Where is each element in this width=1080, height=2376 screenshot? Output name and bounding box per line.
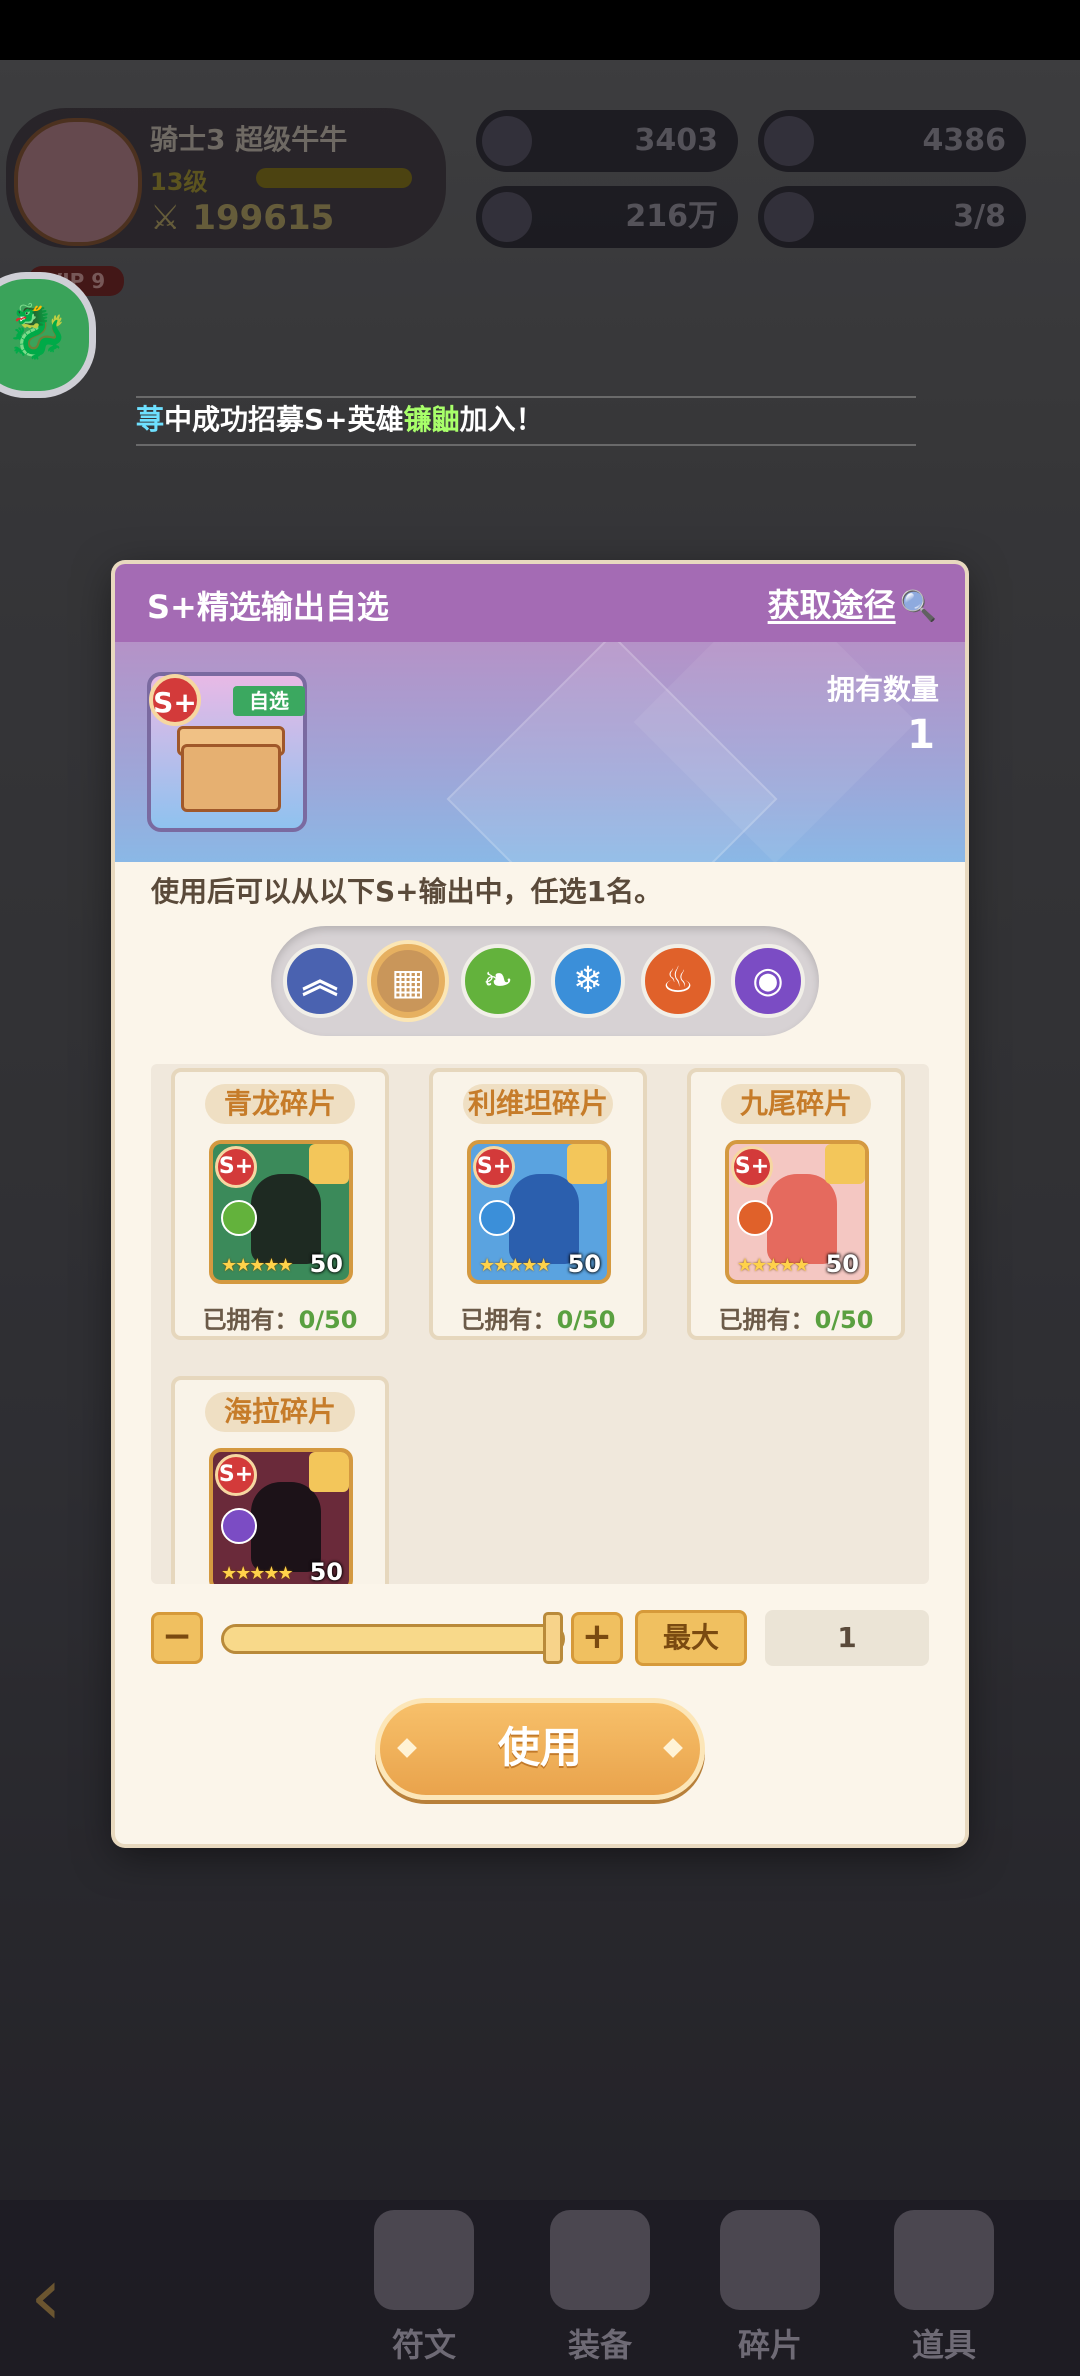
card-title: 海拉碎片 [205,1392,355,1432]
dragon-icon: 🐉 [5,302,70,362]
bottom-navigation: ‹ 符文 装备 碎片 道具 [0,2200,1080,2376]
use-button-label: 使用 [497,1723,582,1772]
fragment-required: 50 [309,1558,343,1584]
hero-portrait: S+ ★★★★★ 50 [209,1140,353,1284]
hero-portrait: S+ ★★★★★ 50 [725,1140,869,1284]
all-filter-icon[interactable]: ▦ [371,944,445,1018]
nav-items[interactable]: 道具 [874,2210,1014,2370]
rank-filter-icon[interactable]: ︽ [283,944,357,1018]
dialog-header: S+精选输出自选 获取途径 🔍 [115,564,965,642]
owned-prefix: 已拥有： [460,1306,557,1334]
use-button[interactable]: 使用 [375,1698,705,1800]
star-rating: ★★★★★ [737,1255,810,1276]
card-title: 利维坦碎片 [463,1084,613,1124]
puzzle-piece-icon [825,1144,865,1184]
nav-rune[interactable]: 符文 [354,2210,494,2370]
rune-icon [374,2210,474,2310]
nav-label: 符文 [391,2326,456,2364]
hero-fragment-grid[interactable]: 青龙碎片 S+ ★★★★★ 50 已拥有：0/50 利维坦碎片 S+ ★★★★★… [151,1064,929,1584]
owned-quantity-label: 拥有数量 [826,673,939,706]
water-element-icon [479,1200,515,1236]
wood-element-icon[interactable]: ❧ [461,944,535,1018]
owned-value: 0/50 [556,1306,616,1334]
chest-icon [181,744,281,812]
element-filter-bar: ︽ ▦ ❧ ❄ ♨ ◉ [271,926,819,1036]
item-description: 使用后可以从以下S+输出中，任选1名。 [151,875,663,908]
s-plus-badge: S+ [731,1146,773,1188]
status-bar [0,0,1080,60]
card-title: 青龙碎片 [205,1084,355,1124]
card-title: 九尾碎片 [721,1084,871,1124]
back-arrow-icon[interactable]: ‹ [30,2250,62,2343]
nav-label: 道具 [911,2326,976,2364]
item-select-dialog: S+精选输出自选 获取途径 🔍 S+ 自选 拥有数量 1 使用后可以从以下S+输出… [115,564,965,1844]
s-plus-badge: S+ [215,1454,257,1496]
recruit-broadcast: 荨中成功招募S+英雄镰鼬加入！ [136,396,916,446]
fragment-icon [720,2210,820,2310]
how-to-get-label: 获取途径 [767,586,896,624]
star-rating: ★★★★★ [221,1255,294,1276]
slider-handle[interactable] [543,1612,563,1664]
owned-count: 已拥有：0/50 [691,1300,901,1335]
broadcast-hero: 镰鼬 [403,403,460,436]
quantity-selector: − + 最大 1 [151,1608,929,1668]
decoration-diamond [663,1738,683,1758]
s-plus-badge: S+ [215,1146,257,1188]
fragment-card-leviathan[interactable]: 利维坦碎片 S+ ★★★★★ 50 已拥有：0/50 [429,1068,647,1340]
decrease-button[interactable]: − [151,1612,203,1664]
item-chest-icon [894,2210,994,2310]
item-icon: S+ 自选 [147,672,307,832]
s-plus-badge: S+ [473,1146,515,1188]
owned-prefix: 已拥有： [202,1306,299,1334]
nav-label: 装备 [567,2326,632,2364]
increase-button[interactable]: + [571,1612,623,1664]
fragment-required: 50 [309,1250,343,1278]
hero-portrait: S+ ★★★★★ 50 [209,1448,353,1584]
fire-element-icon [737,1200,773,1236]
broadcast-suffix: 加入！ [459,403,544,436]
equipment-icon [550,2210,650,2310]
fire-element-icon[interactable]: ♨ [641,944,715,1018]
nav-equipment[interactable]: 装备 [530,2210,670,2370]
hero-portrait: S+ ★★★★★ 50 [467,1140,611,1284]
slider-fill [224,1627,562,1651]
wood-element-icon [221,1200,257,1236]
nav-fragment[interactable]: 碎片 [700,2210,840,2370]
max-button[interactable]: 最大 [635,1610,747,1666]
self-select-tag: 自选 [233,686,305,716]
s-plus-badge: S+ [149,674,201,726]
dark-element-icon [221,1508,257,1544]
search-icon: 🔍 [899,589,937,624]
owned-value: 0/50 [298,1306,358,1334]
floating-hero-button[interactable]: 🐉 [0,272,96,398]
fragment-card-hela[interactable]: 海拉碎片 S+ ★★★★★ 50 [171,1376,389,1584]
owned-count: 已拥有：0/50 [175,1300,385,1335]
puzzle-piece-icon [567,1144,607,1184]
puzzle-piece-icon [309,1452,349,1492]
dark-element-icon[interactable]: ◉ [731,944,805,1018]
fragment-card-ninetails[interactable]: 九尾碎片 S+ ★★★★★ 50 已拥有：0/50 [687,1068,905,1340]
owned-count: 已拥有：0/50 [433,1300,643,1335]
owned-value: 0/50 [814,1306,874,1334]
fragment-card-qinglong[interactable]: 青龙碎片 S+ ★★★★★ 50 已拥有：0/50 [171,1068,389,1340]
how-to-get-link[interactable]: 获取途径 🔍 [768,580,937,626]
broadcast-text: 中成功招募S+英雄 [164,403,404,436]
owned-prefix: 已拥有： [718,1306,815,1334]
nav-label: 碎片 [737,2326,802,2364]
star-rating: ★★★★★ [221,1563,294,1584]
broadcast-player: 荨 [136,403,165,436]
fragment-required: 50 [567,1250,601,1278]
owned-quantity-value: 1 [907,712,935,758]
puzzle-piece-icon [309,1144,349,1184]
item-banner: S+ 自选 拥有数量 1 [115,642,965,862]
quantity-input[interactable]: 1 [765,1610,929,1666]
quantity-slider[interactable] [221,1624,565,1654]
water-element-icon[interactable]: ❄ [551,944,625,1018]
dialog-title: S+精选输出自选 [147,588,389,626]
star-rating: ★★★★★ [479,1255,552,1276]
decoration-diamond [397,1738,417,1758]
fragment-required: 50 [825,1250,859,1278]
